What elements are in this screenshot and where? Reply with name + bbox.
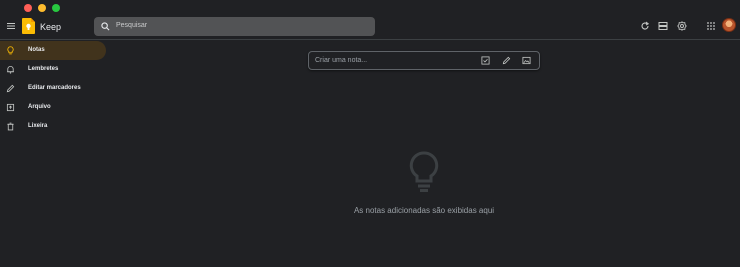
sidebar-nav: Notas Lembretes Editar marcadores Arquiv… (0, 41, 106, 136)
bell-icon (7, 66, 14, 74)
sidebar-item-label: Lembretes (28, 66, 59, 72)
sidebar-item-lixeira[interactable]: Lixeira (0, 117, 106, 136)
search-bar[interactable]: Pesquisar (94, 17, 375, 36)
sidebar-item-notas[interactable]: Notas (0, 41, 106, 60)
create-note-input[interactable]: Criar uma nota... (315, 57, 367, 64)
search-icon[interactable] (101, 22, 110, 31)
sidebar-item-label: Editar marcadores (28, 85, 81, 91)
create-note-box[interactable]: Criar uma nota... (308, 51, 540, 70)
settings-gear-icon[interactable] (677, 21, 687, 31)
window-titlebar (0, 0, 740, 14)
sidebar-item-label: Lixeira (28, 123, 48, 129)
bulb-icon (7, 46, 14, 55)
apps-grid-icon[interactable] (706, 21, 716, 31)
sidebar-item-label: Arquivo (28, 104, 51, 110)
minimize-window-button[interactable] (38, 4, 46, 12)
image-icon[interactable] (522, 56, 531, 65)
sidebar-item-lembretes[interactable]: Lembretes (0, 60, 106, 79)
checkbox-list-icon[interactable] (481, 56, 490, 65)
hamburger-menu-icon[interactable] (6, 21, 16, 31)
sidebar-item-editar-marcadores[interactable]: Editar marcadores (0, 79, 106, 98)
app-header: Keep Pesquisar (0, 14, 740, 40)
sidebar-item-label: Notas (28, 47, 45, 53)
archive-icon (6, 103, 15, 112)
pencil-icon (6, 84, 15, 93)
keep-logo-icon (22, 18, 35, 34)
maximize-window-button[interactable] (52, 4, 60, 12)
close-window-button[interactable] (24, 4, 32, 12)
account-avatar[interactable] (722, 18, 736, 32)
empty-state-bulb-icon (409, 151, 439, 192)
list-view-icon[interactable] (658, 21, 668, 31)
sidebar-item-arquivo[interactable]: Arquivo (0, 98, 106, 117)
empty-state-message: As notas adicionadas são exibidas aqui (353, 206, 495, 215)
drawing-brush-icon[interactable] (502, 56, 511, 65)
app-title[interactable]: Keep (40, 22, 61, 32)
trash-icon (7, 122, 14, 131)
refresh-icon[interactable] (640, 21, 650, 31)
search-input[interactable]: Pesquisar (116, 22, 147, 29)
